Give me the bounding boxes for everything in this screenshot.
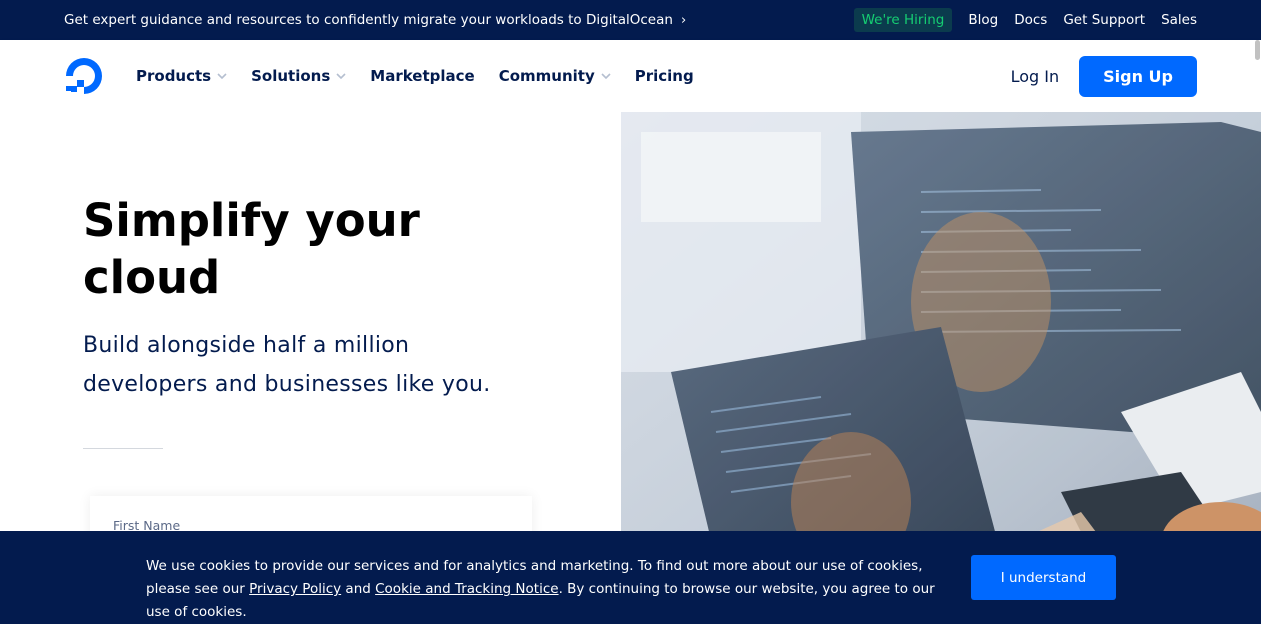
menu-item-label: Pricing: [634, 67, 694, 85]
sign-up-button[interactable]: Sign Up: [1079, 56, 1197, 97]
announcement-bar: Get expert guidance and resources to con…: [0, 0, 1261, 40]
get-support-link[interactable]: Get Support: [1063, 12, 1145, 28]
cookie-text-and: and: [341, 581, 376, 597]
sales-link[interactable]: Sales: [1161, 12, 1197, 28]
docs-link[interactable]: Docs: [1014, 12, 1047, 28]
accept-cookies-button[interactable]: I understand: [971, 555, 1116, 600]
menu-item-products[interactable]: Products: [136, 67, 227, 85]
cookie-notice-link[interactable]: Cookie and Tracking Notice: [375, 581, 558, 597]
menu-item-label: Marketplace: [370, 67, 475, 85]
digitalocean-logo-icon[interactable]: [64, 56, 104, 96]
chevron-down-icon: [601, 73, 611, 80]
blog-link[interactable]: Blog: [968, 12, 998, 28]
menu-item-label: Community: [498, 67, 595, 85]
hiring-badge-link[interactable]: We're Hiring: [853, 8, 953, 32]
privacy-policy-link[interactable]: Privacy Policy: [249, 581, 341, 597]
main-nav: Products Solutions Marketplace Community…: [0, 40, 1261, 112]
hero-headline: Simplify your cloud: [83, 194, 420, 304]
page-scrollbar[interactable]: [1255, 40, 1260, 60]
menu-item-pricing[interactable]: Pricing: [635, 67, 694, 85]
migration-promo-link[interactable]: Get expert guidance and resources to con…: [64, 12, 686, 28]
cookie-message: We use cookies to provide our services a…: [146, 555, 946, 624]
promo-text: Get expert guidance and resources to con…: [64, 12, 673, 28]
primary-menu: Products Solutions Marketplace Community…: [136, 40, 694, 112]
chevron-right-icon: ›: [680, 12, 687, 28]
hero-divider: [83, 448, 163, 449]
auth-actions: Log In Sign Up: [1011, 56, 1197, 97]
menu-item-community[interactable]: Community: [499, 67, 611, 85]
menu-item-marketplace[interactable]: Marketplace: [370, 67, 474, 85]
chevron-down-icon: [217, 73, 227, 80]
cookie-banner: We use cookies to provide our services a…: [0, 531, 1261, 624]
menu-item-solutions[interactable]: Solutions: [251, 67, 346, 85]
hero-subhead: Build alongside half a million developer…: [83, 333, 491, 397]
menu-item-label: Products: [136, 67, 212, 85]
menu-item-label: Solutions: [251, 67, 331, 85]
chevron-down-icon: [336, 73, 346, 80]
top-utility-links: We're Hiring Blog Docs Get Support Sales: [853, 8, 1197, 32]
log-in-link[interactable]: Log In: [1011, 67, 1060, 86]
